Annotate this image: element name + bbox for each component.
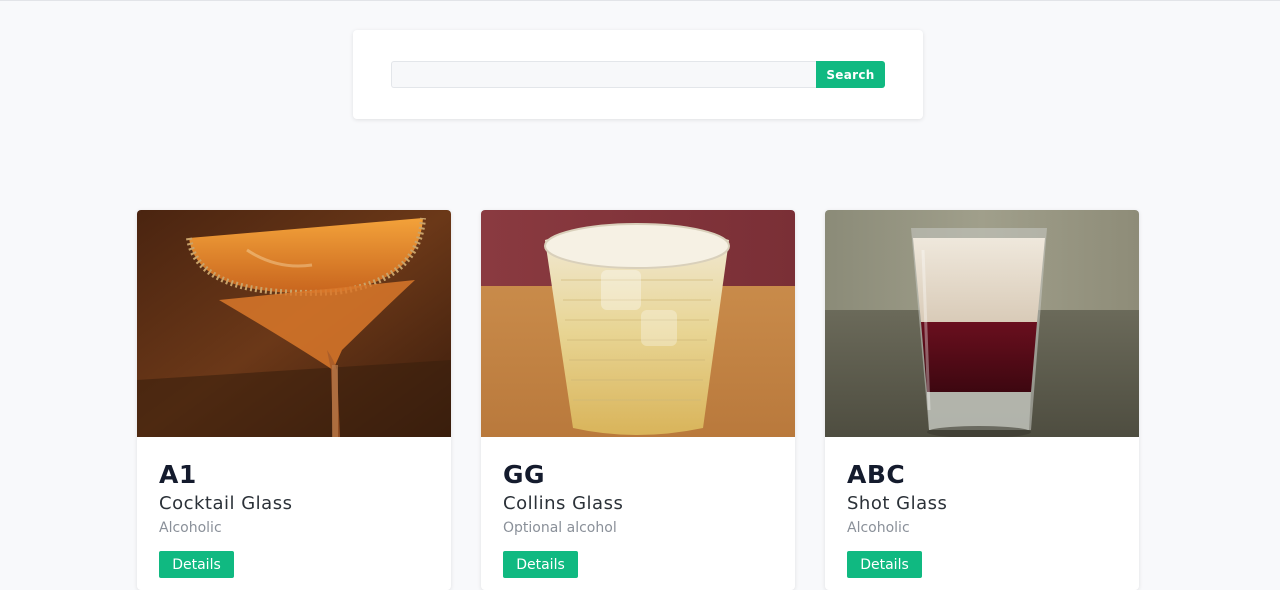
glass-type: Cocktail Glass [159, 493, 293, 514]
drink-name: GG [503, 460, 546, 489]
drink-image [137, 210, 451, 437]
search-input[interactable] [391, 61, 817, 88]
top-divider [0, 0, 1280, 1]
drink-card: ABC Shot Glass Alcoholic Details [825, 210, 1139, 590]
search-button[interactable]: Search [816, 61, 885, 88]
glass-type: Collins Glass [503, 493, 624, 514]
drink-card: A1 Cocktail Glass Alcoholic Details [137, 210, 451, 590]
alcohol-type: Alcoholic [159, 520, 222, 536]
drink-image [481, 210, 795, 437]
drink-image [825, 210, 1139, 437]
drink-card: GG Collins Glass Optional alcohol Detail… [481, 210, 795, 590]
glass-type: Shot Glass [847, 493, 948, 514]
drink-name: ABC [847, 460, 906, 489]
alcohol-type: Optional alcohol [503, 520, 617, 536]
drink-name: A1 [159, 460, 197, 489]
search-panel: Search [353, 30, 923, 119]
alcohol-type: Alcoholic [847, 520, 910, 536]
